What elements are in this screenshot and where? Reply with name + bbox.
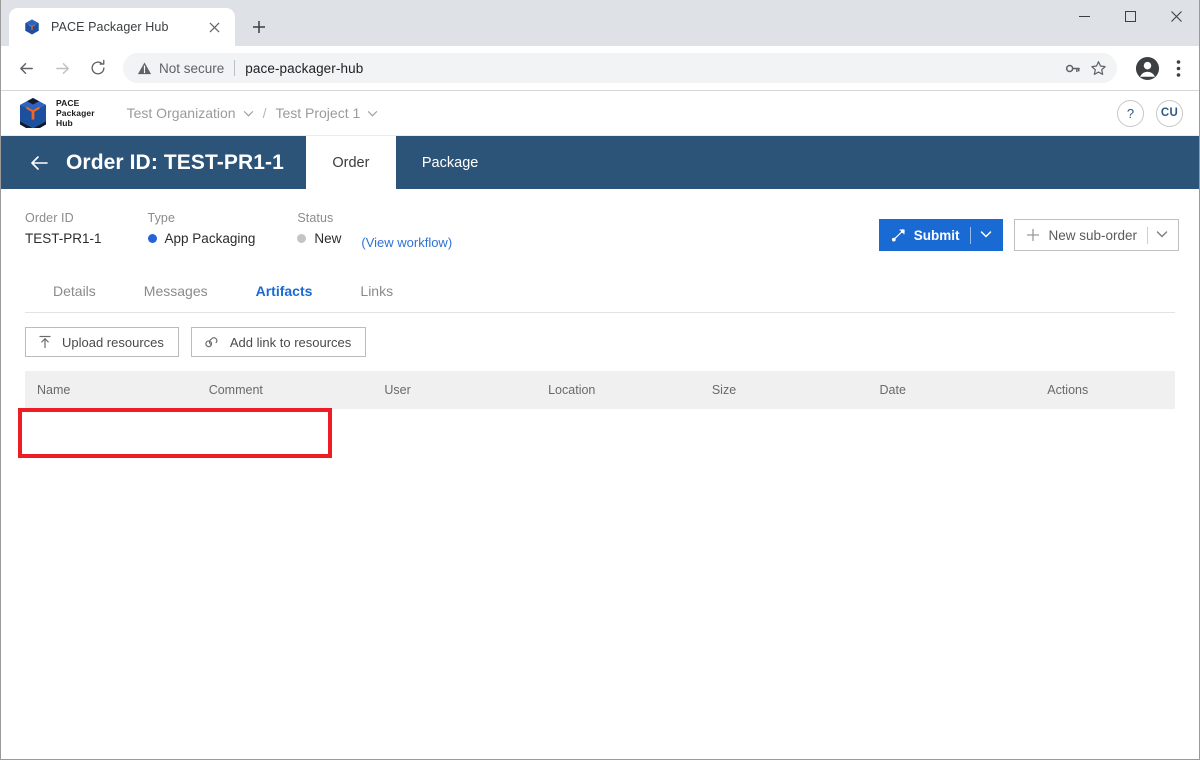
add-link-to-resources-button[interactable]: Add link to resources	[190, 327, 367, 357]
help-icon[interactable]: ?	[1117, 99, 1144, 127]
column-header-comment[interactable]: Comment	[197, 383, 373, 397]
column-header-name[interactable]: Name	[25, 383, 197, 397]
breadcrumb-project[interactable]: Test Project 1	[275, 105, 378, 121]
logo-line-1: PACE	[56, 97, 80, 108]
order-type-value: App Packaging	[147, 231, 256, 246]
bookmark-star-icon[interactable]	[1085, 55, 1111, 81]
artifacts-toolbar: Upload resources Add link to resources	[1, 313, 1199, 357]
back-arrow-icon[interactable]	[21, 136, 57, 189]
workflow-submit-icon	[891, 228, 906, 243]
order-action-buttons: Submit New sub-order	[878, 211, 1179, 251]
browser-window: PACE Packager Hub Not secure pace-packag…	[0, 0, 1200, 760]
upload-arrow-icon	[38, 335, 52, 349]
order-type-field: Type App Packaging	[147, 211, 256, 246]
view-workflow-link[interactable]: (View workflow)	[361, 235, 452, 250]
chevron-down-icon[interactable]	[980, 228, 992, 243]
breadcrumb-project-label: Test Project 1	[275, 105, 361, 121]
column-header-user[interactable]: User	[372, 383, 536, 397]
new-suborder-button[interactable]: New sub-order	[1014, 219, 1179, 251]
table-header-row: Name Comment User Location Size Date Act…	[25, 371, 1175, 409]
order-status-field: Status New	[297, 211, 341, 246]
artifacts-table: Name Comment User Location Size Date Act…	[25, 371, 1175, 419]
chevron-down-icon[interactable]	[243, 108, 254, 119]
breadcrumb: Test Organization / Test Project 1	[127, 105, 379, 121]
avatar[interactable]: CU	[1156, 99, 1183, 127]
tab-links[interactable]: Links	[360, 283, 393, 299]
submit-button[interactable]: Submit	[878, 219, 1004, 251]
close-window-icon[interactable]	[1153, 0, 1199, 32]
logo-line-2: Packager	[56, 107, 95, 118]
order-status-text: New	[314, 231, 342, 246]
new-suborder-button-divider	[1147, 226, 1148, 244]
minimize-icon[interactable]	[1061, 0, 1107, 32]
status-badge	[297, 234, 307, 243]
profile-avatar-icon[interactable]	[1133, 54, 1161, 82]
window-controls	[1061, 0, 1199, 32]
warning-triangle-icon	[137, 61, 152, 76]
submit-button-divider	[970, 226, 972, 244]
breadcrumb-separator: /	[262, 105, 267, 121]
breadcrumb-organization[interactable]: Test Organization	[127, 105, 254, 121]
order-type-label: Type	[147, 211, 176, 225]
browser-tab[interactable]: PACE Packager Hub	[9, 8, 235, 46]
close-tab-icon[interactable]	[203, 16, 225, 38]
app-header: PACE Packager Hub Test Organization / Te…	[1, 91, 1199, 136]
column-header-size[interactable]: Size	[700, 383, 868, 397]
order-header-bar: Order ID: TEST-PR1-1 Order Package	[1, 136, 1199, 189]
reload-icon[interactable]	[81, 51, 115, 85]
tab-messages[interactable]: Messages	[144, 283, 208, 299]
new-tab-icon[interactable]	[245, 13, 273, 41]
tab-strip: PACE Packager Hub	[1, 0, 273, 46]
tab-details[interactable]: Details	[53, 283, 96, 299]
link-chain-icon	[204, 335, 220, 349]
security-status[interactable]: Not secure	[137, 61, 224, 76]
logo-line-3: Hub	[56, 118, 73, 128]
column-header-location[interactable]: Location	[536, 383, 700, 397]
submit-button-label: Submit	[913, 227, 960, 243]
column-header-date[interactable]: Date	[868, 383, 1036, 397]
type-status-dot	[147, 234, 157, 243]
order-status-value: New	[297, 231, 341, 246]
pace-cube-logo	[17, 96, 49, 130]
back-arrow-icon[interactable]	[9, 51, 43, 85]
table-body	[25, 409, 1175, 419]
tab-package[interactable]: Package	[396, 136, 504, 189]
browser-titlebar: PACE Packager Hub	[1, 0, 1199, 46]
omnibox-divider	[234, 60, 236, 76]
forward-arrow-icon	[45, 51, 79, 85]
address-bar[interactable]: Not secure pace-packager-hub	[123, 53, 1117, 83]
order-id-field: Order ID TEST-PR1-1	[25, 211, 102, 246]
tab-order[interactable]: Order	[305, 136, 396, 189]
kebab-menu-icon[interactable]	[1165, 52, 1191, 84]
tab-title: PACE Packager Hub	[51, 20, 169, 34]
new-suborder-button-label: New sub-order	[1048, 227, 1137, 243]
security-label: Not secure	[159, 60, 225, 76]
breadcrumb-organization-label: Test Organization	[126, 105, 236, 121]
app-header-right: ? CU	[1117, 99, 1183, 127]
chevron-down-icon[interactable]	[367, 108, 378, 119]
page-content: PACE Packager Hub Test Organization / Te…	[1, 91, 1199, 759]
order-info-row: Order ID TEST-PR1-1 Type App Packaging S…	[1, 189, 1199, 251]
plus-icon	[1026, 228, 1040, 242]
app-logo[interactable]: PACE Packager Hub	[17, 96, 95, 130]
page-title: Order ID: TEST-PR1-1	[66, 150, 284, 174]
maximize-icon[interactable]	[1107, 0, 1153, 32]
upload-resources-button[interactable]: Upload resources	[25, 327, 179, 357]
chevron-down-icon[interactable]	[1156, 228, 1168, 243]
pace-cube-icon	[23, 18, 41, 36]
app-logo-text: PACE Packager Hub	[56, 98, 95, 128]
tab-artifacts[interactable]: Artifacts	[256, 283, 313, 299]
order-tabs: Order Package	[305, 136, 504, 189]
url-text: pace-packager-hub	[245, 60, 364, 76]
order-type-text: App Packaging	[164, 231, 256, 246]
order-id-label: Order ID	[25, 211, 74, 225]
password-key-icon[interactable]	[1059, 55, 1085, 81]
upload-resources-label: Upload resources	[62, 334, 164, 350]
add-link-to-resources-label: Add link to resources	[229, 334, 352, 350]
order-id-value: TEST-PR1-1	[25, 231, 102, 246]
browser-toolbar: Not secure pace-packager-hub	[1, 46, 1199, 91]
order-section-tabs: Details Messages Artifacts Links	[25, 265, 1175, 313]
order-status-label: Status	[297, 211, 334, 225]
column-header-actions[interactable]: Actions	[1035, 383, 1175, 397]
